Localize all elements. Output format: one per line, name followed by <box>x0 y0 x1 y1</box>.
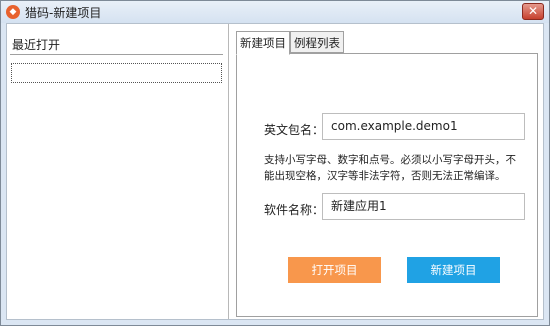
new-project-panel: 英文包名： com.example.demo1 支持小写字母、数字和点号。必须以… <box>236 53 538 317</box>
create-project-button[interactable]: 新建项目 <box>407 257 500 283</box>
window-title: 猎码-新建项目 <box>25 5 102 20</box>
divider <box>10 54 223 55</box>
dialog-window: ◆ 猎码-新建项目 ✕ 最近打开 新建项目 例程列表 英文包名： com.exa… <box>0 0 550 326</box>
tab-bar: 新建项目 例程列表 <box>236 31 344 55</box>
tab-example-list[interactable]: 例程列表 <box>290 31 344 53</box>
title-bar[interactable]: ◆ 猎码-新建项目 ✕ <box>1 1 549 23</box>
tab-new-project[interactable]: 新建项目 <box>236 31 290 55</box>
recent-panel: 最近打开 <box>7 24 229 319</box>
recent-projects-list[interactable] <box>11 63 222 83</box>
flame-logo-icon: ◆ <box>6 5 20 19</box>
dialog-body: 最近打开 新建项目 例程列表 英文包名： com.example.demo1 支… <box>6 23 544 320</box>
app-name-label: 软件名称： <box>264 203 325 217</box>
app-name-input[interactable]: 新建应用1 <box>322 193 525 220</box>
package-name-label: 英文包名： <box>264 123 325 137</box>
open-project-button[interactable]: 打开项目 <box>288 257 381 283</box>
close-button[interactable]: ✕ <box>522 3 544 20</box>
package-name-input[interactable]: com.example.demo1 <box>322 113 525 140</box>
package-name-hint: 支持小写字母、数字和点号。必须以小写字母开头，不能出现空格，汉字等非法字符，否则… <box>264 154 516 182</box>
recent-title: 最近打开 <box>12 38 61 52</box>
